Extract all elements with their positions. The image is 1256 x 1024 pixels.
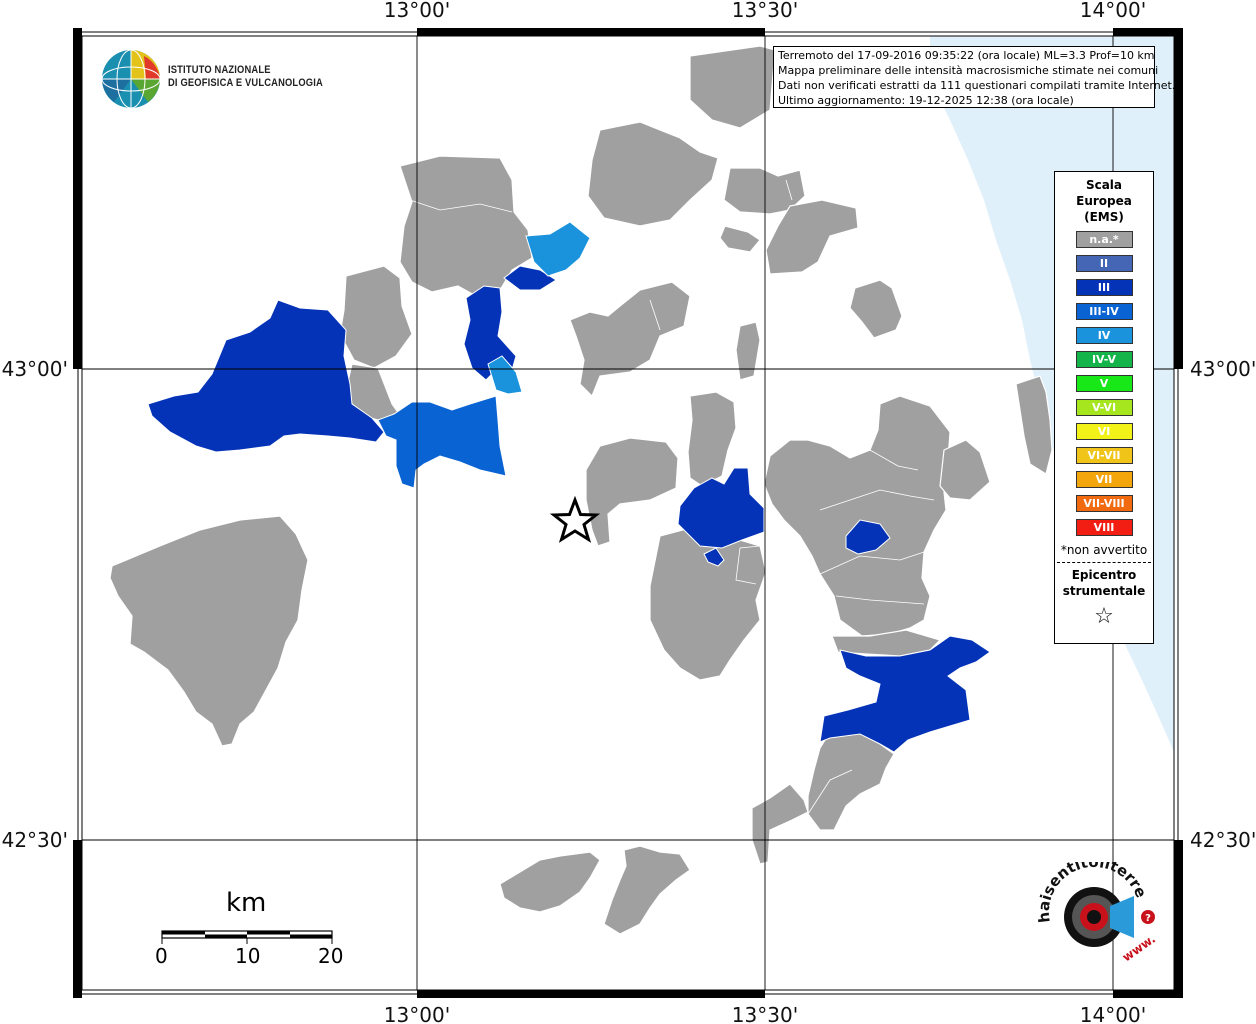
- legend-swatch-VII: VII: [1075, 471, 1133, 488]
- scale-label-20: 20: [318, 944, 344, 968]
- lon-label-bottom-2: 13°30': [732, 1003, 798, 1024]
- lon-label-top-2: 13°30': [732, 0, 798, 22]
- info-line-map: Mappa preliminare delle intensità macros…: [778, 64, 1159, 77]
- legend-swatch-IV-V: IV-V: [1075, 351, 1133, 368]
- ingv-globe-logo: [101, 49, 161, 109]
- scale-label-10: 10: [235, 944, 261, 968]
- ingv-name: ISTITUTO NAZIONALE DI GEOFISICA E VULCAN…: [168, 64, 323, 90]
- www-text: www.: [1120, 932, 1158, 965]
- scale-bar-title: km: [226, 888, 267, 918]
- info-line-event: Terremoto del 17-09-2016 09:35:22 (ora l…: [778, 49, 1155, 62]
- legend-swatch-VI-VII: VI-VII: [1075, 447, 1133, 464]
- legend-swatch-IV: IV: [1075, 327, 1133, 344]
- lat-label-left-2: 42°30': [2, 828, 68, 852]
- legend-separator: [1057, 562, 1151, 563]
- svg-text:?: ?: [1145, 913, 1151, 924]
- haisentito-logo: haisentitoilterremoto.it ? www.: [1030, 862, 1158, 965]
- info-line-update: Ultimo aggiornamento: 19-12-2025 12:38 (…: [778, 94, 1074, 107]
- legend-swatch-III: III: [1075, 279, 1133, 296]
- legend-epicenter-label: Epicentro strumentale: [1055, 567, 1153, 599]
- ems-legend: Scala Europea (EMS) n.a.* II III III-IV …: [1054, 171, 1154, 644]
- ingv-name-line1: ISTITUTO NAZIONALE: [168, 64, 271, 76]
- lat-label-right-2: 42°30': [1190, 828, 1256, 852]
- lon-label-top-1: 13°00': [384, 0, 450, 22]
- legend-swatch-VII-VIII: VII-VIII: [1075, 495, 1133, 512]
- legend-epicenter-line2: strumentale: [1062, 584, 1146, 598]
- ingv-name-line2: DI GEOFISICA E VULCANOLOGIA: [168, 77, 323, 89]
- legend-swatch-na: n.a.*: [1075, 231, 1133, 248]
- legend-title-line2: Europea: [1076, 194, 1132, 208]
- lon-label-bottom-1: 13°00': [384, 1003, 450, 1024]
- legend-swatch-III-IV: III-IV: [1075, 303, 1133, 320]
- event-info-box: Terremoto del 17-09-2016 09:35:22 (ora l…: [773, 46, 1176, 108]
- lat-label-right-1: 43°00': [1190, 357, 1256, 381]
- legend-swatch-II: II: [1075, 255, 1133, 272]
- scale-label-0: 0: [155, 944, 168, 968]
- legend-epicenter-line1: Epicentro: [1071, 568, 1137, 582]
- legend-swatch-VIII: VIII: [1075, 519, 1133, 536]
- legend-swatch-VI: VI: [1075, 423, 1133, 440]
- legend-title-line1: Scala: [1085, 178, 1123, 192]
- legend-title: Scala Europea (EMS): [1055, 177, 1153, 225]
- info-line-data: Dati non verificati estratti da 111 ques…: [778, 79, 1176, 92]
- lon-label-top-3: 14°00': [1080, 0, 1146, 22]
- legend-swatch-V-VI: V-VI: [1075, 399, 1133, 416]
- lat-label-left-1: 43°00': [2, 357, 68, 381]
- lon-label-bottom-3: 14°00': [1080, 1003, 1146, 1024]
- legend-star-icon: ☆: [1094, 604, 1114, 629]
- legend-title-line3: (EMS): [1084, 210, 1124, 224]
- legend-swatch-V: V: [1075, 375, 1133, 392]
- legend-note: *non avvertito: [1060, 543, 1148, 557]
